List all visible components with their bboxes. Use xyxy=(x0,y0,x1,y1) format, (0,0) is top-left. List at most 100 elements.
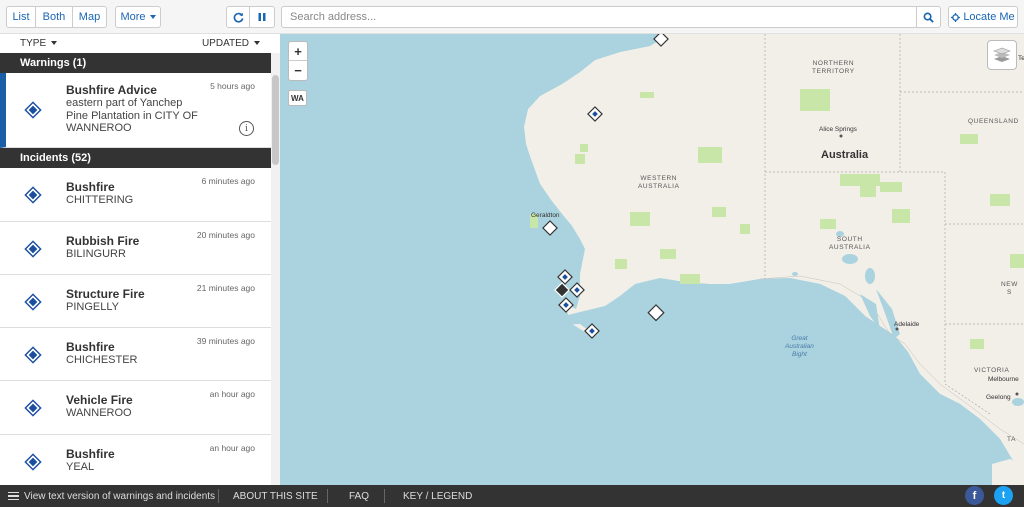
map-label-western-australia: WESTERN AUSTRALIA xyxy=(638,175,680,191)
both-view-button[interactable]: Both xyxy=(35,6,73,28)
caret-down-icon xyxy=(254,41,260,46)
locate-me-button[interactable]: Locate Me xyxy=(948,6,1018,28)
incident-location: PINGELLY xyxy=(66,301,119,313)
map-label-tasmania: TA xyxy=(1007,436,1017,443)
faq-link[interactable]: FAQ xyxy=(349,489,369,503)
incident-location: CHITTERING xyxy=(66,194,134,206)
map-label-te: Te xyxy=(1018,55,1024,62)
map-label-geraldton: Geraldton xyxy=(531,212,560,219)
more-button[interactable]: More xyxy=(115,6,161,28)
info-icon[interactable]: i xyxy=(239,121,254,136)
locate-me-label: Locate Me xyxy=(963,11,1015,23)
map-label-line: AUSTRALIA xyxy=(638,183,680,190)
incident-title: Vehicle Fire xyxy=(66,393,133,407)
fire-incident-icon xyxy=(24,240,42,258)
map-canvas[interactable]: NORTHERN TERRITORY QUEENSLAND WESTERN AUST… xyxy=(280,34,1024,485)
list-item[interactable]: Bushfire YEAL an hour ago xyxy=(0,435,271,485)
footer-divider xyxy=(327,489,328,503)
incident-title: Structure Fire xyxy=(66,287,145,301)
warning-time: 5 hours ago xyxy=(210,81,255,91)
sort-type-label: TYPE xyxy=(20,38,47,49)
map-view-button[interactable]: Map xyxy=(72,6,107,28)
incident-time: 20 minutes ago xyxy=(196,230,255,240)
zoom-in-button[interactable]: + xyxy=(289,42,307,61)
refresh-icon xyxy=(233,12,243,23)
warning-item[interactable]: Bushfire Advice eastern part of Yanchep … xyxy=(0,73,271,148)
hamburger-icon xyxy=(8,492,19,500)
warning-location-line: Pine Plantation in CITY OF xyxy=(66,109,198,122)
list-item[interactable]: Rubbish Fire BILINGURR 20 minutes ago xyxy=(0,222,271,275)
pause-button[interactable] xyxy=(249,6,275,28)
map-label-south-australia: SOUTH AUSTRALIA xyxy=(829,236,871,252)
search-button[interactable] xyxy=(916,6,941,28)
map-label-queensland: QUEENSLAND xyxy=(968,118,1019,125)
zoom-out-button[interactable]: − xyxy=(289,61,307,80)
text-version-link[interactable]: View text version of warnings and incide… xyxy=(8,489,215,503)
wa-state-button[interactable]: WA xyxy=(288,90,307,106)
incidents-header-label: Incidents (52) xyxy=(20,152,91,164)
map-label-geelong: Geelong xyxy=(986,394,1011,401)
layers-button[interactable] xyxy=(987,40,1017,70)
incident-location: BILINGURR xyxy=(66,248,126,260)
sort-by-type[interactable]: TYPE xyxy=(20,38,58,49)
map-label-alice-springs: Alice Springs xyxy=(819,126,857,133)
layers-icon xyxy=(993,47,1011,62)
incident-location: WANNEROO xyxy=(66,407,132,419)
map-label-northern-territory: NORTHERN TERRITORY xyxy=(812,60,855,76)
incident-time: an hour ago xyxy=(209,443,255,453)
footer-divider xyxy=(218,489,219,503)
about-link[interactable]: ABOUT THIS SITE xyxy=(233,489,318,503)
map-label-great-australian-bight: Great Australian Bight xyxy=(785,335,814,359)
refresh-button[interactable] xyxy=(226,6,250,28)
list-view-button[interactable]: List xyxy=(6,6,36,28)
map-label-new-south-wales: NEW S xyxy=(1001,281,1018,297)
australia-map xyxy=(280,34,1024,485)
fire-incident-icon xyxy=(24,186,42,204)
incident-location: YEAL xyxy=(66,461,95,473)
key-legend-link[interactable]: KEY / LEGEND xyxy=(403,489,472,503)
list-item[interactable]: Vehicle Fire WANNEROO an hour ago xyxy=(0,381,271,435)
warnings-header: Warnings (1) xyxy=(0,53,271,73)
search-address-input[interactable] xyxy=(281,6,917,28)
map-view-label: Map xyxy=(78,11,101,23)
fire-incident-icon xyxy=(24,293,42,311)
map-label-line: SOUTH xyxy=(836,236,863,243)
incident-time: an hour ago xyxy=(209,389,255,399)
incidents-header: Incidents (52) xyxy=(0,148,271,168)
scrollbar-thumb[interactable] xyxy=(272,75,279,165)
warning-location: eastern part of Yanchep Pine Plantation … xyxy=(66,97,226,135)
incident-time: 21 minutes ago xyxy=(196,283,255,293)
incident-location: CHICHESTER xyxy=(66,354,138,366)
more-label: More xyxy=(120,11,146,23)
map-label-victoria: VICTORIA xyxy=(974,367,1010,374)
crosshair-icon xyxy=(951,12,961,22)
incident-title: Rubbish Fire xyxy=(66,234,140,248)
caret-down-icon xyxy=(51,41,58,46)
sort-row: TYPE UPDATED xyxy=(0,35,280,53)
map-label-australia: Australia xyxy=(821,149,869,161)
fire-incident-icon xyxy=(24,399,42,417)
map-label-melbourne: Melbourne xyxy=(988,376,1019,383)
list-item[interactable]: Structure Fire PINGELLY 21 minutes ago xyxy=(0,275,271,328)
sort-by-updated[interactable]: UPDATED xyxy=(202,38,260,49)
facebook-icon[interactable]: f xyxy=(965,486,984,505)
fire-incident-icon xyxy=(24,101,42,119)
list-scrollbar[interactable] xyxy=(271,53,280,485)
incident-time: 39 minutes ago xyxy=(196,336,255,346)
pause-icon xyxy=(258,13,266,21)
fire-incident-icon xyxy=(24,346,42,364)
warning-title: Bushfire Advice xyxy=(66,83,157,97)
fire-incident-icon xyxy=(24,453,42,471)
map-label-line: TERRITORY xyxy=(812,68,855,75)
footer: View text version of warnings and incide… xyxy=(0,485,1024,507)
footer-divider xyxy=(384,489,385,503)
incident-title: Bushfire xyxy=(66,340,115,354)
map-label-line: Bight xyxy=(792,351,807,358)
map-label-line: Great xyxy=(791,335,808,342)
list-item[interactable]: Bushfire CHICHESTER 39 minutes ago xyxy=(0,328,271,381)
list-item[interactable]: Bushfire CHITTERING 6 minutes ago xyxy=(0,168,271,222)
map-label-adelaide: Adelaide xyxy=(894,321,920,328)
map-label-line: AUSTRALIA xyxy=(829,244,871,251)
warning-location-line: eastern part of Yanchep xyxy=(66,97,183,109)
twitter-icon[interactable]: t xyxy=(994,486,1013,505)
